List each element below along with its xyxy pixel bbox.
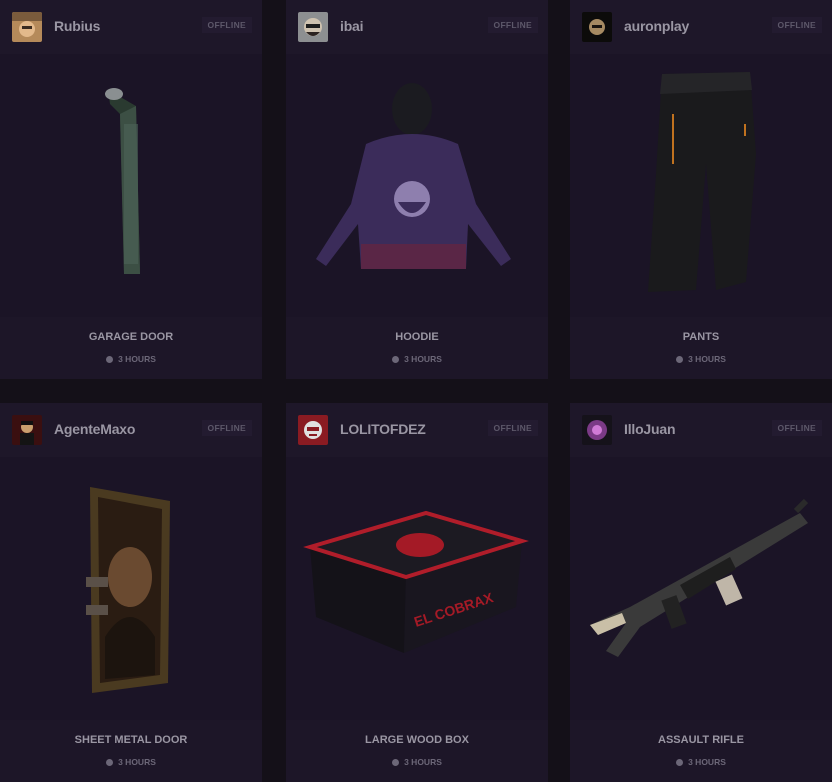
streamer-name[interactable]: IlloJuan (624, 421, 675, 437)
streamer-name[interactable]: Rubius (54, 18, 100, 34)
item-image (0, 54, 262, 315)
timer: 3 HOURS (570, 354, 832, 364)
timer-label: 3 HOURS (118, 757, 156, 767)
streamer-avatar[interactable] (582, 415, 612, 445)
status-badge: OFFLINE (201, 420, 252, 436)
card-header: Rubius OFFLINE (0, 0, 262, 54)
streamer-avatar[interactable] (298, 12, 328, 42)
timer-label: 3 HOURS (404, 757, 442, 767)
timer: 3 HOURS (570, 757, 832, 767)
card-header: IlloJuan OFFLINE (570, 403, 832, 457)
card-header: LOLITOFDEZ OFFLINE (286, 403, 548, 457)
timer-label: 3 HOURS (118, 354, 156, 364)
streamer-avatar[interactable] (298, 415, 328, 445)
status-badge: OFFLINE (201, 17, 252, 33)
drop-card[interactable]: auronplay OFFLINE PANTS 3 HOURS (570, 0, 832, 379)
status-badge: OFFLINE (487, 17, 538, 33)
status-badge: OFFLINE (771, 420, 822, 436)
clock-icon (392, 356, 400, 363)
item-image (0, 457, 262, 718)
status-badge: OFFLINE (487, 420, 538, 436)
card-header: auronplay OFFLINE (570, 0, 832, 54)
drop-card[interactable]: AgenteMaxo OFFLINE SHEET METAL DOOR 3 HO… (0, 403, 262, 782)
card-footer: PANTS 3 HOURS (570, 317, 832, 379)
item-name: PANTS (682, 331, 720, 343)
timer: 3 HOURS (286, 757, 548, 767)
status-badge: OFFLINE (771, 17, 822, 33)
streamer-avatar[interactable] (12, 12, 42, 42)
streamer-name[interactable]: LOLITOFDEZ (340, 421, 426, 437)
item-image (286, 54, 548, 315)
timer: 3 HOURS (0, 757, 262, 767)
timer-label: 3 HOURS (688, 354, 726, 364)
timer-label: 3 HOURS (404, 354, 442, 364)
streamer-name[interactable]: AgenteMaxo (54, 421, 135, 437)
item-name: ASSAULT RIFLE (658, 734, 744, 746)
clock-icon (106, 356, 114, 363)
card-header: AgenteMaxo OFFLINE (0, 403, 262, 457)
drops-grid: Rubius OFFLINE GARAGE DOOR 3 HOURS ibai … (0, 0, 832, 782)
clock-icon (676, 356, 684, 363)
streamer-avatar[interactable] (582, 12, 612, 42)
card-header: ibai OFFLINE (286, 0, 548, 54)
item-name: HOODIE (395, 331, 439, 343)
item-image: EL COBRAX (286, 457, 548, 718)
card-footer: LARGE WOOD BOX 3 HOURS (286, 720, 548, 782)
clock-icon (676, 759, 684, 766)
item-image (570, 54, 832, 315)
drop-card[interactable]: ibai OFFLINE HOODIE 3 HOURS (286, 0, 548, 379)
card-footer: SHEET METAL DOOR 3 HOURS (0, 720, 262, 782)
streamer-name[interactable]: auronplay (624, 18, 689, 34)
card-footer: HOODIE 3 HOURS (286, 317, 548, 379)
item-name: LARGE WOOD BOX (365, 734, 469, 746)
streamer-avatar[interactable] (12, 415, 42, 445)
timer-label: 3 HOURS (688, 757, 726, 767)
clock-icon (106, 759, 114, 766)
drop-card[interactable]: IlloJuan OFFLINE ASSAULT RIFLE 3 HOURS (570, 403, 832, 782)
card-footer: ASSAULT RIFLE 3 HOURS (570, 720, 832, 782)
drop-card[interactable]: Rubius OFFLINE GARAGE DOOR 3 HOURS (0, 0, 262, 379)
timer: 3 HOURS (286, 354, 548, 364)
item-image (570, 457, 832, 718)
clock-icon (392, 759, 400, 766)
item-name: SHEET METAL DOOR (74, 734, 188, 746)
timer: 3 HOURS (0, 354, 262, 364)
card-footer: GARAGE DOOR 3 HOURS (0, 317, 262, 379)
drop-card[interactable]: LOLITOFDEZ OFFLINE EL COBRAX LARGE WOOD … (286, 403, 548, 782)
item-name: GARAGE DOOR (88, 331, 174, 343)
streamer-name[interactable]: ibai (340, 18, 364, 34)
